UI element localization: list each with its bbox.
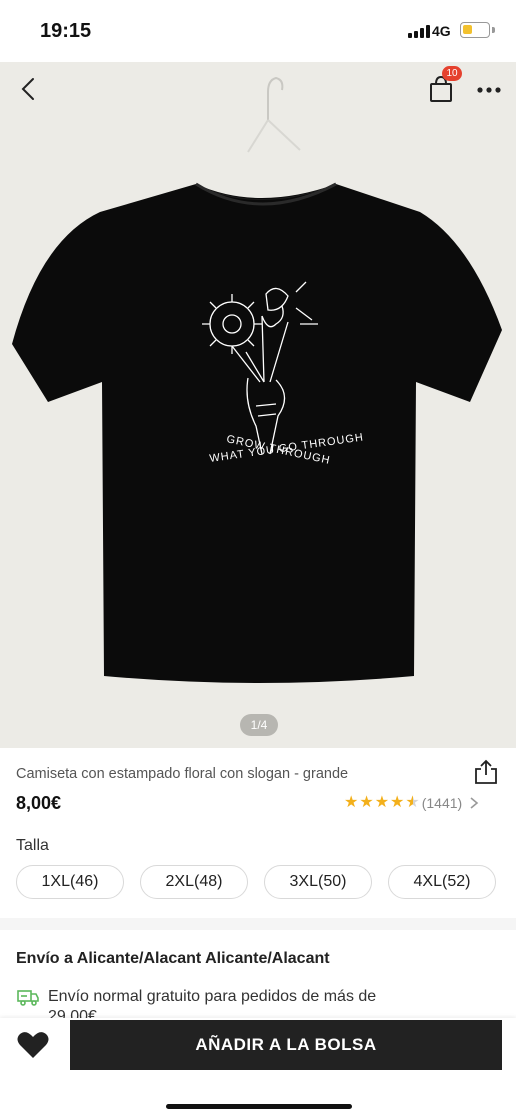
network-label: 4G bbox=[432, 23, 451, 39]
status-bar: 19:15 4G bbox=[0, 0, 516, 62]
share-icon bbox=[475, 759, 497, 784]
image-counter: 1/4 bbox=[240, 714, 278, 736]
star-icon: ★ bbox=[374, 794, 390, 811]
section-divider bbox=[0, 918, 516, 930]
truck-icon bbox=[17, 990, 39, 1006]
size-option-2xl[interactable]: 2XL(48) bbox=[140, 865, 248, 899]
cart-count-badge: 10 bbox=[442, 66, 462, 81]
size-option-1xl[interactable]: 1XL(46) bbox=[16, 865, 124, 899]
status-time: 19:15 bbox=[40, 20, 92, 42]
rating-summary[interactable]: ★ ★ ★ ★ ★ (1441) bbox=[344, 795, 480, 811]
free-shipping-row: Envío normal gratuito para pedidos de má… bbox=[16, 987, 428, 1020]
shipping-destination[interactable]: Envío a Alicante/Alacant Alicante/Alacan… bbox=[16, 950, 330, 968]
chevron-right-icon bbox=[470, 797, 479, 809]
heart-icon bbox=[17, 1032, 49, 1058]
back-button[interactable] bbox=[14, 74, 44, 104]
signal-icon bbox=[408, 25, 430, 38]
home-indicator bbox=[166, 1104, 352, 1109]
review-count: (1441) bbox=[421, 795, 463, 811]
star-icon: ★ bbox=[359, 794, 374, 811]
size-options: 1XL(46) 2XL(48) 3XL(50) 4XL(52) bbox=[16, 865, 496, 899]
battery-icon bbox=[460, 22, 490, 38]
half-star-icon: ★ bbox=[405, 794, 420, 811]
shipping-section: Envío a Alicante/Alacant Alicante/Alacan… bbox=[0, 930, 516, 1020]
bottom-action-bar: AÑADIR A LA BOLSA bbox=[0, 1018, 516, 1120]
size-option-4xl[interactable]: 4XL(52) bbox=[388, 865, 496, 899]
free-shipping-text: Envío normal gratuito para pedidos de má… bbox=[48, 988, 377, 1020]
product-info: Camiseta con estampado floral con slogan… bbox=[0, 748, 516, 918]
more-options-button[interactable] bbox=[474, 78, 504, 102]
add-to-bag-button[interactable]: AÑADIR A LA BOLSA bbox=[70, 1020, 502, 1070]
product-price: 8,00€ bbox=[16, 793, 62, 813]
back-icon bbox=[21, 78, 34, 100]
wishlist-button[interactable] bbox=[16, 1030, 50, 1060]
tshirt-image: GROW THROUGH WHAT YOU GO THROUGH bbox=[12, 76, 502, 683]
share-button[interactable] bbox=[472, 758, 500, 786]
star-icon: ★ bbox=[344, 794, 359, 811]
size-option-3xl[interactable]: 3XL(50) bbox=[264, 865, 372, 899]
product-image-gallery[interactable]: GROW THROUGH WHAT YOU GO THROUGH 10 1/4 bbox=[0, 62, 516, 748]
product-title: Camiseta con estampado floral con slogan… bbox=[16, 766, 349, 782]
battery-tip bbox=[492, 27, 495, 33]
star-rating: ★ ★ ★ ★ ★ bbox=[344, 795, 420, 811]
size-label: Talla bbox=[16, 837, 49, 854]
more-icon bbox=[477, 87, 501, 93]
star-icon: ★ bbox=[390, 794, 405, 811]
